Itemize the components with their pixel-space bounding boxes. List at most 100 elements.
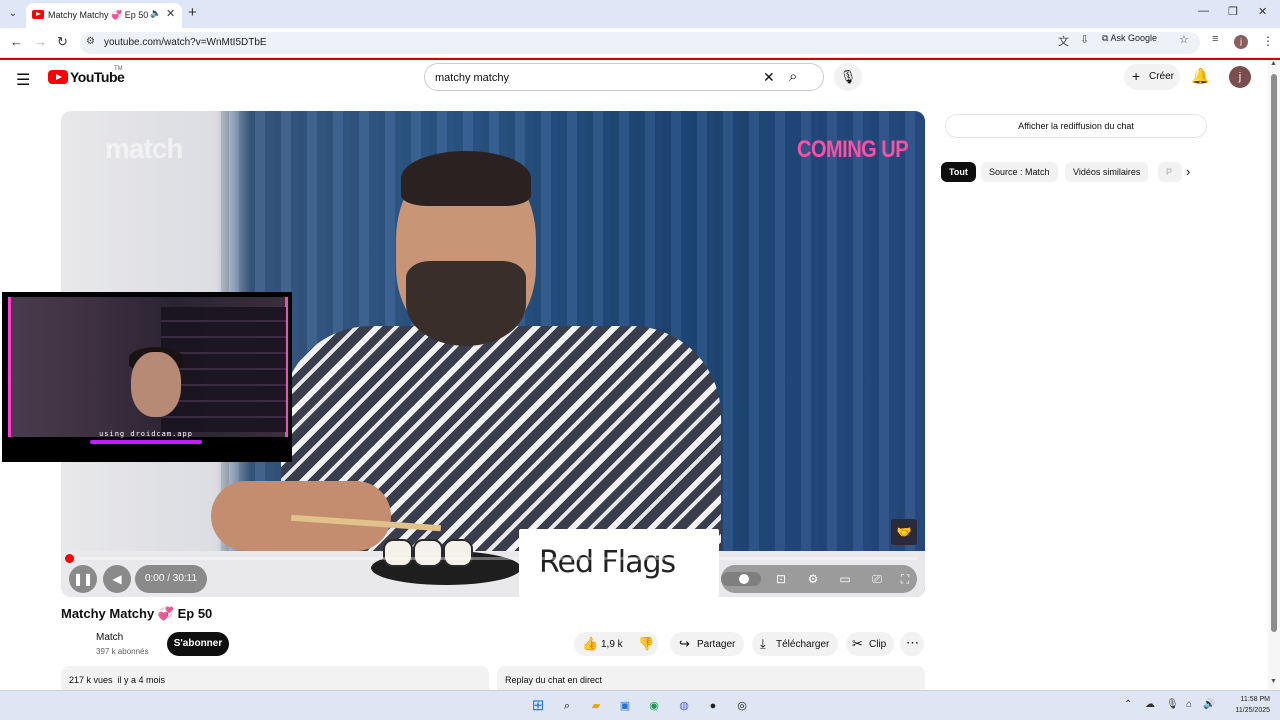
tray-expand-icon[interactable]: ⌃	[1124, 699, 1132, 710]
dislike-icon[interactable]: 👎	[638, 636, 654, 652]
webcam-caption: using droidcam.app	[99, 430, 193, 438]
obs-icon[interactable]: ●	[704, 697, 722, 715]
restore-button[interactable]: ❐	[1228, 5, 1238, 18]
app-icon[interactable]: ◎	[733, 697, 751, 715]
reload-button[interactable]: ↻	[57, 34, 68, 50]
browser-tab[interactable]: Matchy Matchy 💞 Ep 50 - 🔈 ✕	[26, 3, 182, 28]
cast-icon[interactable]: ⎚	[863, 565, 891, 593]
store-icon[interactable]: ▣	[616, 697, 634, 715]
tab-search-icon[interactable]: ⌄	[4, 5, 22, 23]
search-query: matchy matchy	[435, 72, 509, 84]
webcam-overlay: using droidcam.app	[2, 292, 292, 462]
more-actions-button[interactable]: ⋯	[900, 632, 924, 656]
search-icon[interactable]: ⌕	[789, 68, 797, 85]
speaker-icon[interactable]: 🔊	[1203, 699, 1215, 710]
channel-avatar[interactable]	[61, 630, 89, 658]
channel-name[interactable]: Match	[96, 632, 123, 643]
chrome-icon[interactable]: ◉	[645, 697, 663, 715]
ask-google-button[interactable]: ⧉ Ask Google	[1102, 33, 1157, 44]
microphone-icon[interactable]: 🎙	[1166, 699, 1179, 710]
progress-bar[interactable]	[69, 557, 917, 560]
translate-icon[interactable]: 文	[1058, 33, 1069, 49]
forward-button[interactable]: →	[34, 34, 47, 49]
scroll-thumb[interactable]	[1271, 74, 1277, 632]
chevron-right-icon[interactable]: ›	[1186, 164, 1190, 179]
install-icon[interactable]: ⇩	[1080, 33, 1089, 46]
browser-menu-icon[interactable]: ⋮	[1262, 34, 1274, 48]
search-input[interactable]: matchy matchy ✕ ⌕	[424, 63, 824, 91]
progress-scrubber[interactable]	[65, 554, 74, 563]
share-button[interactable]: ↪ Partager	[670, 632, 744, 656]
video-title: Matchy Matchy 💞 Ep 50	[61, 606, 213, 621]
close-window-button[interactable]: ✕	[1258, 5, 1267, 18]
address-bar[interactable]: ⚙ youtube.com/watch?v=WnMtI5DTbE	[80, 32, 1200, 54]
subscriber-count: 397 k abonnés	[96, 647, 149, 656]
bookmark-star-icon[interactable]: ☆	[1179, 33, 1189, 46]
cloud-icon[interactable]: ☁	[1145, 699, 1155, 710]
file-explorer-icon[interactable]: ▰	[587, 697, 605, 715]
clip-icon: ✂	[852, 636, 863, 651]
share-icon: ↪	[679, 636, 690, 651]
taskbar-search-icon[interactable]: ⌕	[558, 697, 576, 715]
new-tab-button[interactable]: +	[188, 4, 197, 21]
like-dislike-group: 👍 1,9 k 👎	[574, 632, 658, 656]
windows-taskbar: ⊞ ⌕ ▰ ▣ ◉ ◍ ● ◎ ⌃ ☁ 🎙 ⌂ 🔊 11:58 PM 11/25…	[0, 690, 1280, 720]
chip-related-videos[interactable]: Vidéos similaires	[1065, 162, 1149, 182]
browser-profile-avatar[interactable]: j	[1234, 35, 1248, 49]
create-label: Créer	[1149, 71, 1175, 82]
notifications-bell-icon[interactable]: 🔔	[1191, 67, 1210, 85]
video-person-hair	[401, 151, 531, 206]
download-button[interactable]: ⤓ Télécharger	[752, 632, 838, 656]
scroll-up-icon[interactable]: ▲	[1270, 60, 1277, 67]
windows-start-icon[interactable]: ⊞	[529, 697, 547, 715]
settings-gear-icon[interactable]: ⚙	[799, 565, 827, 593]
clip-label: Clip	[869, 639, 887, 650]
clip-button[interactable]: ✂ Clip	[846, 632, 894, 656]
tab-audio-icon[interactable]: 🔈	[150, 8, 161, 19]
theater-mode-icon[interactable]: ▭	[831, 565, 859, 593]
system-clock[interactable]: 11:58 PM 11/25/2025	[1222, 694, 1270, 716]
guide-menu-icon[interactable]: ☰	[16, 70, 30, 90]
sushi-piece	[443, 539, 473, 567]
chip-truncated[interactable]: P	[1158, 162, 1182, 182]
time-display: 0:00 / 30:11	[135, 565, 207, 593]
discord-icon[interactable]: ◍	[675, 697, 693, 715]
chip-all[interactable]: Tout	[941, 162, 976, 182]
url-text: youtube.com/watch?v=WnMtI5DTbE	[104, 37, 267, 48]
download-icon: ⤓	[760, 636, 766, 651]
autoplay-toggle[interactable]	[721, 572, 761, 586]
back-button[interactable]: ←	[10, 34, 23, 49]
ask-google-label: Ask Google	[1110, 33, 1157, 43]
share-label: Partager	[697, 639, 736, 650]
accent-divider	[0, 58, 1280, 60]
reading-list-icon[interactable]: ≡	[1212, 33, 1218, 45]
chip-source-match[interactable]: Source : Match	[981, 162, 1058, 182]
tab-close-icon[interactable]: ✕	[166, 7, 175, 20]
match-brand-overlay: match	[105, 133, 183, 164]
page-scrollbar[interactable]: ▲ ▼	[1268, 60, 1280, 690]
views-and-date: 217 k vues il y a 4 mois	[69, 675, 166, 685]
show-chat-replay-button[interactable]: Afficher la rediffusion du chat	[945, 114, 1207, 138]
like-icon[interactable]: 👍	[582, 636, 598, 652]
coming-up-overlay: COMING UP	[797, 136, 909, 164]
channel-watermark-icon[interactable]: 🤝	[891, 519, 917, 545]
sushi-piece	[413, 539, 443, 567]
minimize-button[interactable]: —	[1198, 5, 1209, 17]
pause-button[interactable]: ❚❚	[69, 565, 97, 593]
site-info-icon[interactable]: ⚙	[86, 36, 95, 47]
fullscreen-icon[interactable]: ⛶	[891, 565, 919, 593]
scroll-down-icon[interactable]: ▼	[1270, 678, 1277, 685]
player-right-controls: ⊡ ⚙ ▭ ⎚ ⛶	[721, 565, 917, 593]
create-button[interactable]: + Créer	[1124, 64, 1180, 90]
subscribe-button[interactable]: S'abonner	[167, 632, 229, 656]
volume-button[interactable]: ◀	[103, 565, 131, 593]
voice-search-icon[interactable]: 🎙	[834, 63, 862, 91]
clear-search-icon[interactable]: ✕	[763, 69, 775, 86]
account-avatar[interactable]: j	[1229, 66, 1251, 88]
network-icon[interactable]: ⌂	[1186, 699, 1192, 710]
subtitles-icon[interactable]: ⊡	[767, 565, 795, 593]
youtube-logo[interactable]: YouTube TM	[48, 66, 128, 87]
like-count[interactable]: 1,9 k	[601, 639, 623, 650]
webcam-person-head	[131, 352, 181, 417]
webcam-accent-bar	[90, 440, 202, 444]
